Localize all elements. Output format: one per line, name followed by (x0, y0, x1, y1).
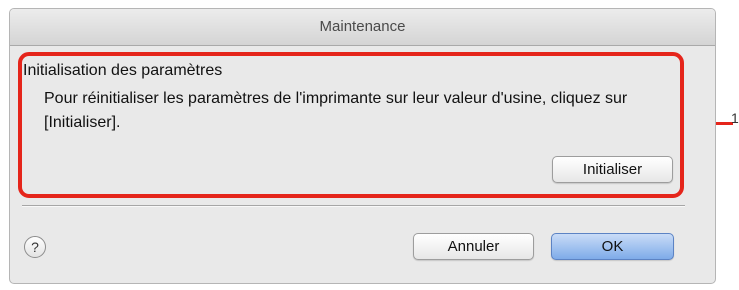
cancel-button[interactable]: Annuler (413, 233, 534, 260)
section-title: Initialisation des paramètres (23, 62, 223, 79)
ok-button[interactable]: OK (551, 233, 674, 260)
initialize-button[interactable]: Initialiser (552, 156, 673, 183)
dialog-title: Maintenance (10, 9, 715, 46)
callout-number: 1 (731, 110, 739, 126)
section-description: Pour réinitialiser les paramètres de l'i… (44, 90, 628, 131)
separator (22, 205, 685, 207)
help-icon[interactable]: ? (24, 236, 46, 258)
